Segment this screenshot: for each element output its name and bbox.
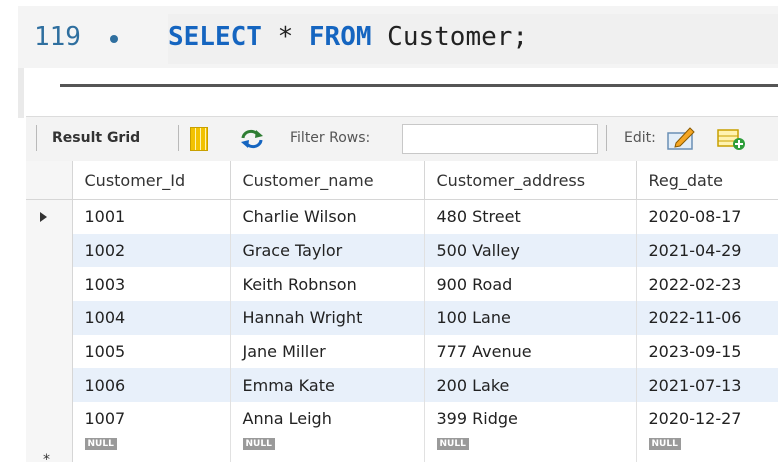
result-grid-button[interactable]: Result Grid xyxy=(52,130,140,146)
new-row-marker: * xyxy=(43,451,50,462)
cell-customer-id[interactable]: 1001 xyxy=(72,199,231,234)
cell-customer-address[interactable]: 200 Lake xyxy=(424,368,637,403)
keyword-from: FROM xyxy=(308,22,372,52)
cell-customer-address[interactable]: 100 Lane xyxy=(424,301,637,335)
table-row[interactable]: 1002 Grace Taylor 500 Valley 2021-04-29 xyxy=(26,233,778,268)
select-star: * xyxy=(277,22,294,52)
result-toolbar: Result Grid Filter Rows: Edit: xyxy=(26,116,778,162)
cell-customer-name[interactable]: Keith Robnson xyxy=(230,267,425,302)
row-header[interactable]: * xyxy=(26,435,73,462)
grid-header-row: Customer_Id Customer_name Customer_addre… xyxy=(26,161,778,200)
table-row[interactable]: 1004 Hannah Wright 100 Lane 2022-11-06 xyxy=(26,301,778,335)
toolbar-separator xyxy=(36,125,37,151)
add-row-icon[interactable] xyxy=(716,127,746,151)
refresh-icon[interactable] xyxy=(240,129,264,149)
cell-reg-date[interactable]: 2023-09-15 xyxy=(636,334,778,369)
cell-customer-name[interactable]: Anna Leigh xyxy=(230,402,425,436)
cell-customer-id[interactable]: 1006 xyxy=(72,368,231,403)
column-header-customer-id[interactable]: Customer_Id xyxy=(72,161,231,200)
cell-customer-name[interactable]: Jane Miller xyxy=(230,334,425,369)
cell-customer-name[interactable]: Hannah Wright xyxy=(230,301,425,335)
cell-reg-date[interactable]: 2020-08-17 xyxy=(636,199,778,234)
row-header[interactable] xyxy=(26,267,73,302)
table-row[interactable]: 1006 Emma Kate 200 Lake 2021-07-13 xyxy=(26,368,778,403)
row-header[interactable] xyxy=(26,301,73,335)
cell-customer-name[interactable]: Emma Kate xyxy=(230,368,425,403)
cell-customer-name[interactable]: Charlie Wilson xyxy=(230,199,425,234)
line-number: 119 xyxy=(34,22,81,52)
table-row[interactable]: 1007 Anna Leigh 399 Ridge 2020-12-27 xyxy=(26,402,778,436)
cell-null[interactable]: NULL xyxy=(72,435,231,462)
cell-customer-name[interactable]: Grace Taylor xyxy=(230,233,425,268)
filter-rows-label: Filter Rows: xyxy=(290,130,371,146)
new-row[interactable]: * NULL NULL NULL NULL xyxy=(26,435,778,462)
result-grid: Customer_Id Customer_name Customer_addre… xyxy=(26,161,778,462)
cell-customer-address[interactable]: 399 Ridge xyxy=(424,402,637,436)
cell-customer-id[interactable]: 1005 xyxy=(72,334,231,369)
null-badge: NULL xyxy=(242,437,275,450)
table-row[interactable]: 1001 Charlie Wilson 480 Street 2020-08-1… xyxy=(26,199,778,234)
cell-customer-address[interactable]: 500 Valley xyxy=(424,233,637,268)
column-header-customer-address[interactable]: Customer_address xyxy=(424,161,637,200)
toolbar-separator xyxy=(606,125,607,151)
keyword-select: SELECT xyxy=(168,22,262,52)
row-header[interactable] xyxy=(26,233,73,268)
table-row[interactable]: 1003 Keith Robnson 900 Road 2022-02-23 xyxy=(26,267,778,302)
statement-marker-icon xyxy=(110,35,118,43)
panel-edge xyxy=(18,68,24,118)
cell-reg-date[interactable]: 2022-02-23 xyxy=(636,267,778,302)
row-header[interactable] xyxy=(26,368,73,403)
cell-null[interactable]: NULL xyxy=(230,435,425,462)
filter-rows-input[interactable] xyxy=(402,124,598,154)
row-header[interactable] xyxy=(26,334,73,369)
edit-label: Edit: xyxy=(624,130,656,146)
cell-customer-address[interactable]: 900 Road xyxy=(424,267,637,302)
sql-editor[interactable]: 119 SELECT * FROM Customer; xyxy=(18,6,778,68)
column-header-customer-name[interactable]: Customer_name xyxy=(230,161,425,200)
row-header[interactable] xyxy=(26,402,73,436)
cell-customer-id[interactable]: 1007 xyxy=(72,402,231,436)
cell-customer-address[interactable]: 777 Avenue xyxy=(424,334,637,369)
cell-null[interactable]: NULL xyxy=(424,435,637,462)
cell-reg-date[interactable]: 2020-12-27 xyxy=(636,402,778,436)
null-badge: NULL xyxy=(648,437,681,450)
current-row-arrow-icon xyxy=(40,212,47,222)
null-badge: NULL xyxy=(436,437,469,450)
cell-reg-date[interactable]: 2022-11-06 xyxy=(636,301,778,335)
sql-statement[interactable]: SELECT * FROM Customer; xyxy=(168,22,528,52)
cell-customer-id[interactable]: 1003 xyxy=(72,267,231,302)
edit-pencil-icon[interactable] xyxy=(666,125,696,151)
cell-reg-date[interactable]: 2021-07-13 xyxy=(636,368,778,403)
row-header-corner xyxy=(26,161,73,200)
grid-layout-icon[interactable] xyxy=(190,127,208,151)
table-row[interactable]: 1005 Jane Miller 777 Avenue 2023-09-15 xyxy=(26,334,778,369)
null-badge: NULL xyxy=(84,437,117,450)
cell-customer-id[interactable]: 1004 xyxy=(72,301,231,335)
cell-null[interactable]: NULL xyxy=(636,435,778,462)
row-header[interactable] xyxy=(26,199,73,234)
cell-customer-id[interactable]: 1002 xyxy=(72,233,231,268)
table-name: Customer; xyxy=(387,22,529,52)
toolbar-separator xyxy=(178,125,179,151)
cell-reg-date[interactable]: 2021-04-29 xyxy=(636,233,778,268)
panel-splitter[interactable] xyxy=(60,84,778,87)
column-header-reg-date[interactable]: Reg_date xyxy=(636,161,778,200)
cell-customer-address[interactable]: 480 Street xyxy=(424,199,637,234)
